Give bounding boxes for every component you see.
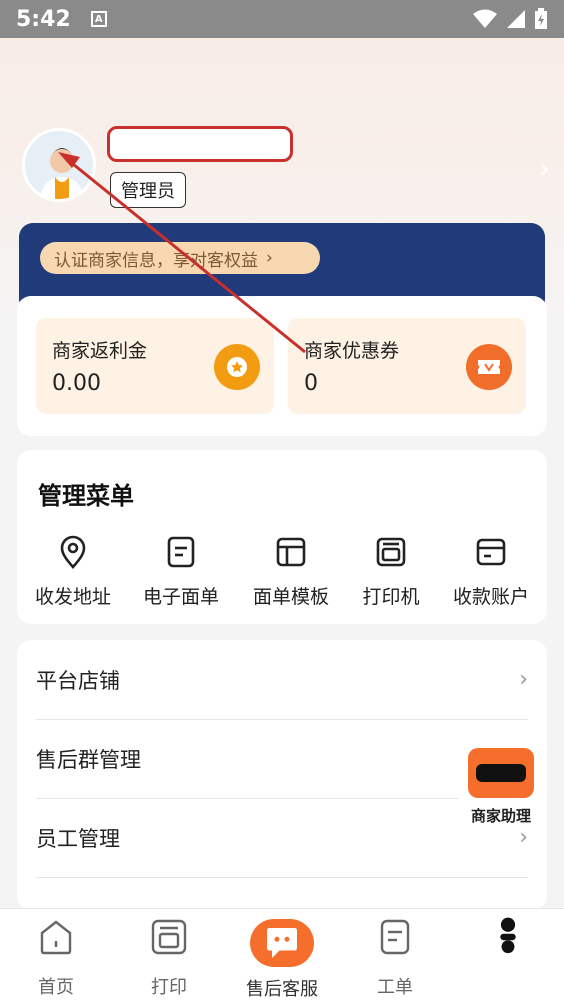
profile-chevron-icon[interactable]: ›: [539, 152, 550, 185]
avatar[interactable]: [22, 128, 96, 202]
menu-item-payment-account[interactable]: 收款账户: [439, 534, 543, 609]
merchant-assistant-button[interactable]: 商家助理: [458, 742, 544, 830]
tab-label: 售后客服: [246, 979, 318, 1000]
status-time: 5:42: [16, 6, 71, 32]
printer-icon: [376, 537, 406, 567]
list-item-aftersales-group[interactable]: 售后群管理: [36, 719, 528, 799]
tab-aftersales-service[interactable]: 售后客服: [226, 919, 338, 1001]
template-icon: [276, 537, 306, 567]
star-coin-icon: [214, 344, 260, 390]
ticket-icon: [466, 344, 512, 390]
list-item-platform-store[interactable]: 平台店铺 ›: [36, 640, 528, 720]
list-item-label: 员工管理: [36, 826, 120, 851]
signal-icon: [507, 10, 525, 28]
menu-item-label: 面单模板: [252, 586, 329, 608]
tab-label: 打印: [151, 977, 187, 998]
tab-home[interactable]: 首页: [0, 917, 112, 999]
menu-item-printer[interactable]: 打印机: [339, 534, 443, 609]
verify-merchant-pill[interactable]: 认证商家信息，享对客权益 ›: [40, 242, 320, 274]
status-bar: 5:42 A: [0, 0, 564, 38]
rebate-card[interactable]: 商家返利金 0.00: [36, 318, 274, 414]
menu-item-template[interactable]: 面单模板: [239, 534, 343, 609]
chat-bubble-icon: [250, 919, 314, 967]
tab-work-order[interactable]: 工单: [339, 917, 451, 999]
chevron-right-icon: ›: [266, 248, 273, 268]
profile-icon: [500, 917, 516, 954]
tab-label: 首页: [38, 977, 74, 998]
menu-item-label: 打印机: [362, 586, 420, 608]
print-icon: [151, 919, 187, 955]
chevron-right-icon: ›: [519, 667, 528, 692]
menu-item-label: 收款账户: [452, 586, 529, 608]
menu-item-label: 收发地址: [34, 586, 111, 608]
card-icon: [476, 538, 506, 566]
home-icon: [40, 920, 72, 955]
bottom-tab-bar: 首页 打印 售后客服 工单: [0, 908, 564, 1004]
list-item-label: 售后群管理: [36, 747, 141, 772]
tab-profile[interactable]: [452, 917, 564, 957]
wifi-icon: [473, 9, 497, 28]
location-pin-icon: [60, 535, 86, 569]
list-item-staff-management[interactable]: 员工管理 ›: [36, 798, 528, 878]
tab-print[interactable]: 打印: [113, 917, 225, 999]
work-order-icon: [380, 919, 410, 955]
coupon-card[interactable]: 商家优惠券 0: [288, 318, 526, 414]
battery-icon: [535, 8, 547, 29]
assistant-label: 商家助理: [470, 807, 531, 825]
role-badge: 管理员: [110, 172, 186, 208]
status-icons: [472, 8, 548, 30]
merchant-name-field[interactable]: [107, 126, 293, 162]
menu-item-address[interactable]: 收发地址: [21, 534, 125, 609]
notification-icon: A: [90, 11, 107, 27]
promo-text: 认证商家信息，享对客权益: [54, 250, 258, 271]
menu-item-e-waybill[interactable]: 电子面单: [129, 534, 233, 609]
management-menu-title: 管理菜单: [38, 482, 134, 510]
menu-item-label: 电子面单: [142, 586, 219, 608]
sunglasses-icon: [476, 764, 526, 782]
tab-label: 工单: [377, 977, 413, 998]
document-icon: [167, 536, 195, 568]
list-item-label: 平台店铺: [36, 668, 120, 693]
